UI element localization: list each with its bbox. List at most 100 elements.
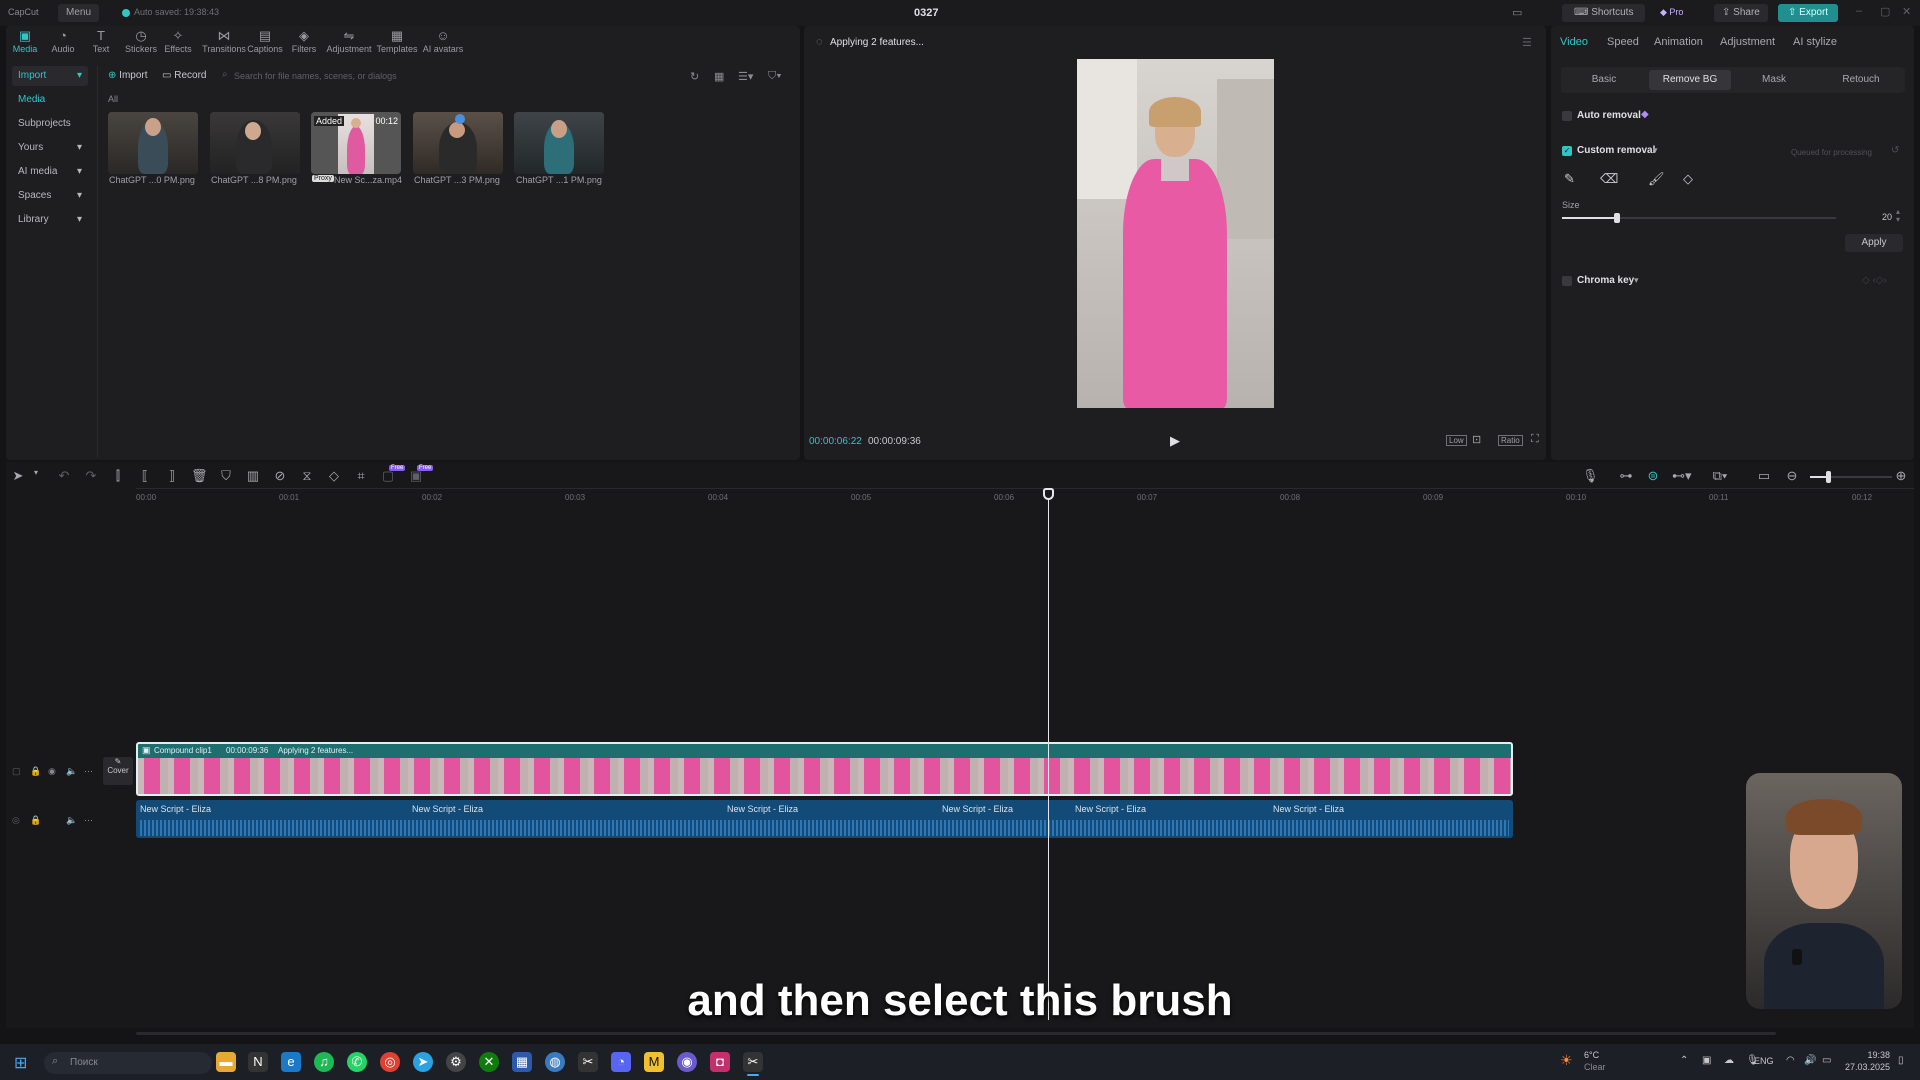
share-button[interactable]: ⇪ Share [1714,4,1768,22]
media-asset[interactable] [413,112,503,174]
tool-media[interactable]: ▣ Media [5,28,45,54]
freeze-icon[interactable]: ▥ [245,468,261,484]
close-icon[interactable]: ✕ [1902,5,1911,18]
filter-all-tab[interactable]: All [108,94,118,104]
lock-icon[interactable]: 🔒 [30,766,41,777]
subtab-mask[interactable]: Mask [1736,70,1812,90]
screenshot-icon[interactable]: ⊡ [1472,433,1481,446]
link-icon[interactable]: ⊶ [1618,468,1634,484]
obs-icon[interactable]: ◉ [677,1052,697,1072]
speaker-icon[interactable]: 🔈 [66,766,77,777]
maximize-icon[interactable]: ▢ [1880,5,1890,18]
sidebar-item-ai-media[interactable]: AI media ▾ [12,162,88,182]
project-title[interactable]: 0327 [914,7,938,19]
settings-icon[interactable]: ⚙ [446,1052,466,1072]
media-asset[interactable]: Added 00:12 [311,112,401,174]
fullscreen-icon[interactable]: ⛶ [1531,433,1539,446]
split-icon[interactable]: ⫿ [110,468,126,484]
select-tool-icon[interactable]: ➤ [10,468,26,484]
wifi-icon[interactable]: ◠ [1786,1055,1795,1066]
pro-badge[interactable]: ◆ Pro [1660,7,1683,18]
size-slider-track[interactable] [1562,213,1836,223]
subtab-remove-bg[interactable]: Remove BG [1649,70,1731,90]
shortcuts-button[interactable]: ⌨ Shortcuts [1562,4,1646,22]
zoom-slider-handle[interactable] [1826,471,1831,483]
refresh-icon[interactable]: ↻ [690,70,699,83]
tab-adjustment[interactable]: Adjustment [1720,36,1775,48]
undo-icon[interactable]: ↶ [56,468,72,484]
sidebar-item-yours[interactable]: Yours ▾ [12,138,88,158]
xbox-icon[interactable]: ✕ [479,1052,499,1072]
sort-icon[interactable]: ☰▾ [738,70,753,83]
zoom-fit-icon[interactable]: ⊕ [1893,468,1909,484]
weather-icon[interactable]: ☀ [1560,1052,1573,1069]
time-ruler[interactable] [136,488,1914,489]
tab-speed[interactable]: Speed [1607,36,1639,48]
cover-button[interactable]: ✎ Cover [103,757,133,785]
player-menu-icon[interactable]: ☰ [1522,36,1532,49]
battery-icon[interactable]: ▭ [1822,1055,1831,1066]
tool-effects[interactable]: ✧ Effects [158,28,198,54]
tray-app-icon[interactable]: ▣ [1702,1055,1711,1066]
taskbar-search[interactable]: ⌕ Поиск [44,1052,212,1074]
chevron-down-icon[interactable]: ▾ [1653,145,1658,156]
search-input[interactable]: ⌕ Search for file names, scenes, or dial… [218,66,706,86]
eye-icon[interactable]: ◉ [48,766,56,777]
magnet-icon[interactable]: ⊜ [1645,468,1661,484]
notifications-icon[interactable]: ▯ [1898,1055,1904,1066]
compound-clip[interactable]: ▣ Compound clip1 00:00:09:36 Applying 2 … [136,742,1513,796]
tab-ai-stylize[interactable]: AI stylize [1793,36,1837,48]
tray-chevron-icon[interactable]: ⌃ [1680,1055,1688,1066]
sidebar-item-spaces[interactable]: Spaces ▾ [12,186,88,206]
smart-brush-icon[interactable]: ✎ [1564,171,1575,187]
grid-view-icon[interactable]: ▦ [714,70,724,83]
split-right-icon[interactable]: ⟧ [164,468,180,484]
reverse-icon[interactable]: ⊘ [272,468,288,484]
more-icon[interactable]: ⋯ [84,766,93,777]
size-slider-handle[interactable] [1613,213,1620,223]
lock-icon[interactable]: 🔒 [30,815,41,826]
tab-video[interactable]: Video [1560,36,1588,48]
redo-icon[interactable]: ↷ [83,468,99,484]
ratio-button[interactable]: Ratio [1498,435,1523,446]
snap-icon[interactable]: ⊷▾ [1672,468,1692,484]
file-explorer-icon[interactable]: ▬ [216,1052,236,1072]
whatsapp-icon[interactable]: ✆ [347,1052,367,1072]
discord-icon[interactable]: ◔ [611,1052,631,1072]
brush-icon[interactable]: 🖌 [1648,171,1665,187]
more-icon[interactable]: ⋯ [84,815,93,826]
media-asset[interactable] [514,112,604,174]
tool-stickers[interactable]: ◷ Stickers [121,28,161,54]
record-button[interactable]: ▭ Record [162,66,206,86]
speaker-icon[interactable]: 🔈 [66,815,77,826]
media-asset[interactable] [108,112,198,174]
player-status[interactable]: Applying 2 features... [830,37,924,48]
sidebar-item-media[interactable]: Media [12,90,88,110]
stepper-icon[interactable]: ▴ ▾ [1896,208,1900,224]
size-value[interactable]: 20 [1864,212,1892,222]
volume-icon[interactable]: 🔊 [1804,1055,1816,1066]
chroma-key-checkbox[interactable] [1562,276,1572,286]
video-preview[interactable] [1077,59,1274,408]
marker-icon[interactable]: ⛉ [218,468,234,484]
capcut-icon[interactable]: ✂ [578,1052,598,1072]
chevron-down-icon[interactable]: ▾ [28,468,44,477]
instagram-icon[interactable]: ◘ [710,1052,730,1072]
smart-eraser-icon[interactable]: ⌫ [1600,171,1618,187]
quality-button[interactable]: Low [1446,435,1467,446]
keyframe-icon[interactable]: ◇ ‹◇› [1862,275,1887,286]
chevron-down-icon[interactable]: ▾ [1634,275,1639,286]
chrome-icon[interactable]: ◎ [380,1052,400,1072]
apply-button[interactable]: Apply [1845,234,1903,252]
browser-icon[interactable]: ◍ [545,1052,565,1072]
export-button[interactable]: ⇧ Export [1778,4,1839,22]
split-left-icon[interactable]: ⟦ [137,468,153,484]
microphone-icon[interactable]: 🎙 [1582,468,1599,484]
tool-templates[interactable]: ▦ Templates [375,28,419,54]
import-button[interactable]: ⊕ Import [108,66,148,86]
clock-date[interactable]: 27.03.2025 [1842,1062,1890,1072]
custom-removal-checkbox[interactable]: ✓ [1562,146,1572,156]
eraser-icon[interactable]: ◇ [1683,171,1693,187]
play-icon[interactable]: ▶ [1170,433,1180,449]
spotify-icon[interactable]: ♫ [314,1052,334,1072]
